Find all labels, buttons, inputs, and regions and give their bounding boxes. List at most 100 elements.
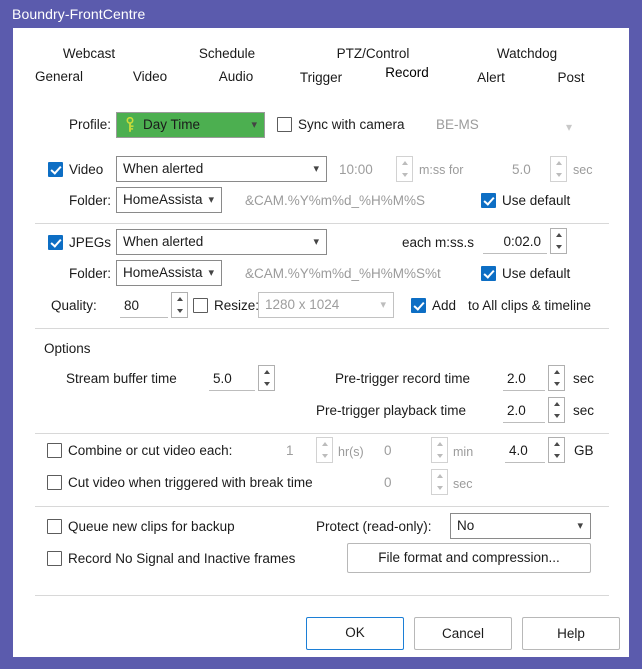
- protect-value: No: [457, 518, 475, 533]
- cut-break-checkbox[interactable]: [47, 475, 62, 490]
- jpegs-mode-select[interactable]: When alerted ▾: [116, 229, 327, 255]
- tab-watchdog[interactable]: Watchdog: [475, 46, 579, 61]
- cut-break-value[interactable]: 0: [384, 475, 392, 490]
- tab-alert[interactable]: Alert: [451, 70, 531, 85]
- protect-select[interactable]: No ▾: [450, 513, 591, 539]
- jpegs-enable-checkbox[interactable]: [48, 235, 63, 250]
- key-icon: [126, 117, 134, 132]
- profile-select[interactable]: Day Time ▾: [116, 112, 265, 138]
- stream-buffer-spinner[interactable]: [258, 365, 275, 391]
- video-mode-select[interactable]: When alerted ▾: [116, 156, 327, 182]
- pre-trigger-record-value[interactable]: 2.0: [503, 366, 545, 391]
- queue-backup-checkbox[interactable]: [47, 519, 62, 534]
- jpegs-each-spinner[interactable]: [550, 228, 567, 254]
- chevron-down-icon: ▾: [380, 299, 386, 311]
- spinner-down-icon[interactable]: [432, 450, 447, 462]
- video-duration-value[interactable]: 10:00: [339, 162, 373, 177]
- video-post-spinner[interactable]: [550, 156, 567, 182]
- combine-minutes-value[interactable]: 0: [384, 443, 392, 458]
- spinner-up-icon[interactable]: [317, 438, 332, 450]
- spinner-down-icon[interactable]: [549, 410, 564, 422]
- resize-select[interactable]: 1280 x 1024 ▾: [258, 292, 394, 318]
- pre-trigger-playback-label: Pre-trigger playback time: [316, 403, 467, 418]
- tab-video[interactable]: Video: [107, 69, 193, 84]
- video-duration-spinner[interactable]: [396, 156, 413, 182]
- divider: [35, 506, 609, 507]
- spinner-down-icon[interactable]: [432, 482, 447, 494]
- video-folder-label: Folder:: [69, 193, 112, 208]
- jpegs-each-value[interactable]: 0:02.0: [483, 229, 547, 254]
- spinner-up-icon[interactable]: [549, 398, 564, 410]
- combine-hours-spinner[interactable]: [316, 437, 333, 463]
- video-post-value[interactable]: 5.0: [512, 162, 531, 177]
- options-group-label: Options: [44, 341, 91, 356]
- spinner-down-icon[interactable]: [259, 378, 274, 390]
- spinner-down-icon[interactable]: [549, 378, 564, 390]
- pre-trigger-playback-spinner[interactable]: [548, 397, 565, 423]
- spinner-down-icon[interactable]: [551, 169, 566, 181]
- combine-minutes-unit: min: [453, 445, 474, 459]
- pre-trigger-record-spinner[interactable]: [548, 365, 565, 391]
- video-use-default-checkbox[interactable]: [481, 193, 496, 208]
- combine-cut-label: Combine or cut video each:: [68, 443, 233, 458]
- profile-value: Day Time: [143, 117, 201, 132]
- spinner-up-icon[interactable]: [551, 157, 566, 169]
- spinner-down-icon[interactable]: [397, 169, 412, 181]
- chevron-down-icon: ▾: [313, 236, 319, 248]
- tab-trigger[interactable]: Trigger: [275, 70, 367, 85]
- tab-general[interactable]: General: [7, 69, 111, 84]
- cut-break-spinner[interactable]: [431, 469, 448, 495]
- combine-size-value[interactable]: 4.0: [505, 438, 545, 463]
- combine-cut-checkbox[interactable]: [47, 443, 62, 458]
- spinner-up-icon[interactable]: [549, 366, 564, 378]
- add-to-timeline-checkbox[interactable]: [411, 298, 426, 313]
- jpegs-folder-select[interactable]: HomeAssista ▾: [116, 260, 222, 286]
- profile-mode-chevron-down-icon[interactable]: ▾: [566, 120, 572, 134]
- protect-label: Protect (read-only):: [316, 519, 432, 534]
- spinner-up-icon[interactable]: [172, 293, 187, 305]
- jpegs-folder-label: Folder:: [69, 266, 112, 281]
- spinner-up-icon[interactable]: [551, 229, 566, 241]
- tab-ptz-control[interactable]: PTZ/Control: [318, 46, 428, 61]
- video-folder-value: HomeAssista: [123, 192, 203, 207]
- tab-schedule[interactable]: Schedule: [179, 46, 275, 61]
- cancel-button[interactable]: Cancel: [414, 617, 512, 650]
- tab-webcast[interactable]: Webcast: [41, 46, 137, 61]
- spinner-down-icon[interactable]: [172, 305, 187, 317]
- tab-post[interactable]: Post: [529, 70, 613, 85]
- spinner-up-icon[interactable]: [432, 438, 447, 450]
- resize-label: Resize:: [214, 298, 260, 313]
- tab-audio[interactable]: Audio: [191, 69, 281, 84]
- chevron-down-icon: ▾: [208, 194, 214, 206]
- jpegs-folder-value: HomeAssista: [123, 265, 203, 280]
- quality-spinner[interactable]: [171, 292, 188, 318]
- combine-minutes-spinner[interactable]: [431, 437, 448, 463]
- profile-label: Profile:: [69, 117, 112, 132]
- spinner-up-icon[interactable]: [432, 470, 447, 482]
- spinner-up-icon[interactable]: [259, 366, 274, 378]
- spinner-down-icon[interactable]: [317, 450, 332, 462]
- resize-checkbox[interactable]: [193, 298, 208, 313]
- spinner-down-icon[interactable]: [551, 241, 566, 253]
- tab-record[interactable]: Record: [361, 65, 453, 80]
- video-enable-checkbox[interactable]: [48, 162, 63, 177]
- jpegs-use-default-checkbox[interactable]: [481, 266, 496, 281]
- record-no-signal-checkbox[interactable]: [47, 551, 62, 566]
- pre-trigger-playback-value[interactable]: 2.0: [503, 398, 545, 423]
- ok-button[interactable]: OK: [306, 617, 404, 650]
- combine-hours-value[interactable]: 1: [286, 443, 294, 458]
- spinner-up-icon[interactable]: [397, 157, 412, 169]
- stream-buffer-value[interactable]: 5.0: [209, 366, 255, 391]
- sync-with-camera-checkbox[interactable]: [277, 117, 292, 132]
- video-folder-select[interactable]: HomeAssista ▾: [116, 187, 222, 213]
- video-mode-value: When alerted: [123, 161, 204, 176]
- file-format-compression-button[interactable]: File format and compression...: [347, 543, 591, 573]
- dialog-window: Boundry-FrontCentre Webcast Schedule PTZ…: [0, 0, 642, 669]
- combine-hours-unit: hr(s): [338, 445, 364, 459]
- help-button[interactable]: Help: [522, 617, 620, 650]
- spinner-down-icon[interactable]: [549, 450, 564, 462]
- combine-size-unit: GB: [574, 443, 594, 458]
- spinner-up-icon[interactable]: [549, 438, 564, 450]
- quality-value[interactable]: 80: [120, 293, 168, 318]
- combine-size-spinner[interactable]: [548, 437, 565, 463]
